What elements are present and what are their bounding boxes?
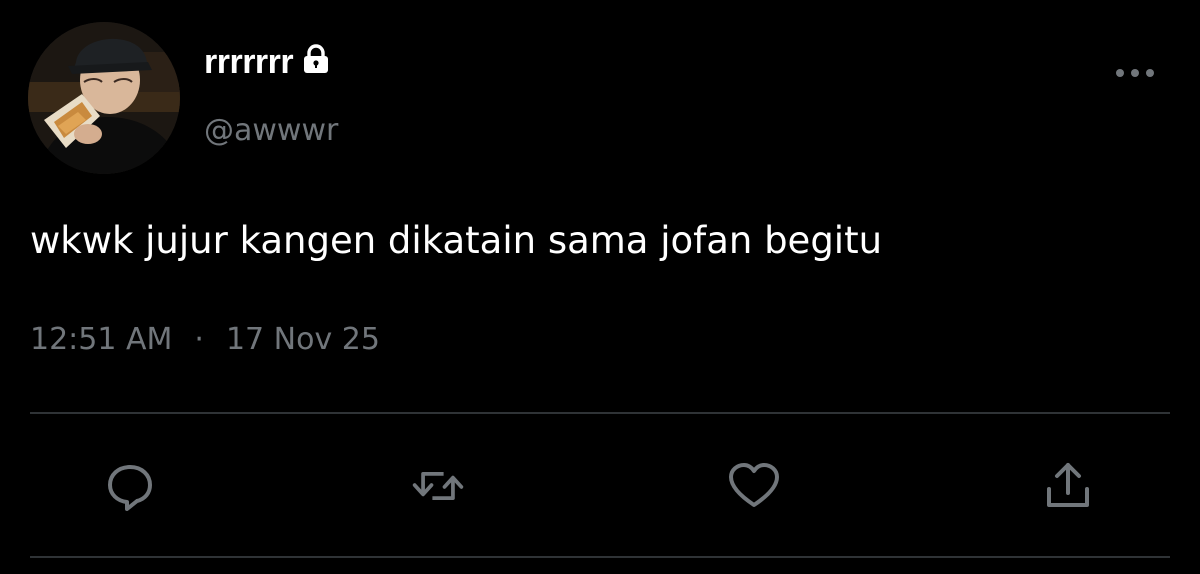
- like-button[interactable]: [726, 458, 782, 514]
- avatar[interactable]: [28, 22, 180, 174]
- author-handle[interactable]: @awwwr: [204, 113, 338, 148]
- author-display-name[interactable]: rrrrrrr: [204, 43, 294, 82]
- share-button[interactable]: [1040, 458, 1096, 514]
- reply-button[interactable]: [102, 458, 158, 514]
- heart-icon: [729, 463, 779, 507]
- tweet-date[interactable]: 17 Nov 25: [226, 322, 380, 357]
- more-options-button[interactable]: [1112, 58, 1158, 88]
- divider: [30, 556, 1170, 558]
- lock-icon: [301, 44, 331, 83]
- share-icon: [1047, 463, 1089, 507]
- comment-icon: [108, 465, 152, 511]
- author-display-name-row[interactable]: rrrrrrr: [204, 42, 331, 83]
- more-horizontal-icon: [1116, 69, 1154, 77]
- tweet-time[interactable]: 12:51 AM: [30, 322, 172, 357]
- avatar-photo: [28, 22, 180, 174]
- retweet-icon: [412, 472, 464, 500]
- retweet-button[interactable]: [410, 458, 466, 514]
- divider: [30, 412, 1170, 414]
- tweet-timestamp[interactable]: 12:51 AM · 17 Nov 25: [30, 322, 380, 357]
- tweet-text: wkwk jujur kangen dikatain sama jofan be…: [30, 219, 883, 262]
- separator-dot: ·: [194, 322, 204, 357]
